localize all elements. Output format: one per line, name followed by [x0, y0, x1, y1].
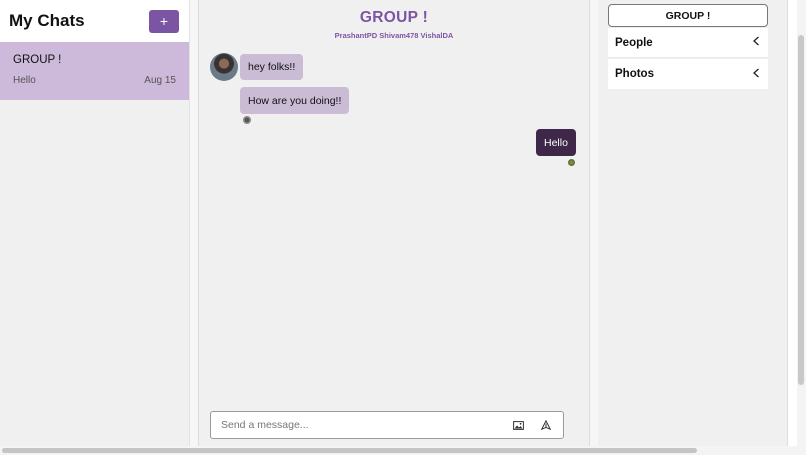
horizontal-scrollbar-thumb[interactable]: [2, 448, 697, 453]
message-bubble-own: Hello: [536, 129, 576, 156]
message-bubble: hey folks!!: [240, 54, 304, 80]
horizontal-scrollbar[interactable]: [0, 446, 806, 455]
chevron-left-icon: [752, 36, 760, 49]
send-icon[interactable]: [539, 418, 553, 432]
image-upload-icon[interactable]: [511, 418, 525, 432]
read-receipt-avatar: [568, 159, 575, 166]
chat-members: PrashantPD Shivam478 VishalDA: [334, 31, 454, 40]
chat-item-last-message: Hello: [13, 75, 36, 86]
read-receipt-avatar: [243, 116, 251, 124]
chat-item-date: Aug 15: [144, 75, 176, 86]
people-accordion[interactable]: People: [608, 28, 768, 58]
message-input[interactable]: [221, 419, 497, 431]
chat-list-item[interactable]: GROUP ! Hello Aug 15: [0, 42, 189, 100]
message-composer: [210, 411, 564, 439]
panel-divider: [589, 0, 598, 446]
chat-title: GROUP !: [359, 9, 429, 26]
people-label: People: [615, 36, 653, 49]
chat-list-panel: My Chats + GROUP ! Hello Aug 15: [0, 0, 190, 446]
message-bubble: How are you doing!!: [240, 87, 350, 114]
chat-list-title: My Chats: [9, 11, 85, 30]
chat-list-header: My Chats +: [0, 0, 189, 42]
chat-item-name: GROUP !: [13, 54, 62, 66]
panel-divider: [190, 0, 199, 446]
new-group-button[interactable]: +: [149, 9, 179, 33]
vertical-scrollbar[interactable]: [797, 0, 806, 446]
group-title-button[interactable]: GROUP !: [608, 4, 768, 27]
chevron-left-icon: [752, 68, 760, 81]
group-details-panel: GROUP ! People Photos: [598, 0, 788, 446]
photos-accordion[interactable]: Photos: [608, 59, 768, 89]
photos-label: Photos: [615, 68, 654, 80]
avatar[interactable]: [210, 53, 238, 81]
vertical-scrollbar-thumb[interactable]: [798, 35, 804, 385]
chat-panel: GROUP ! PrashantPD Shivam478 VishalDA he…: [199, 0, 589, 446]
